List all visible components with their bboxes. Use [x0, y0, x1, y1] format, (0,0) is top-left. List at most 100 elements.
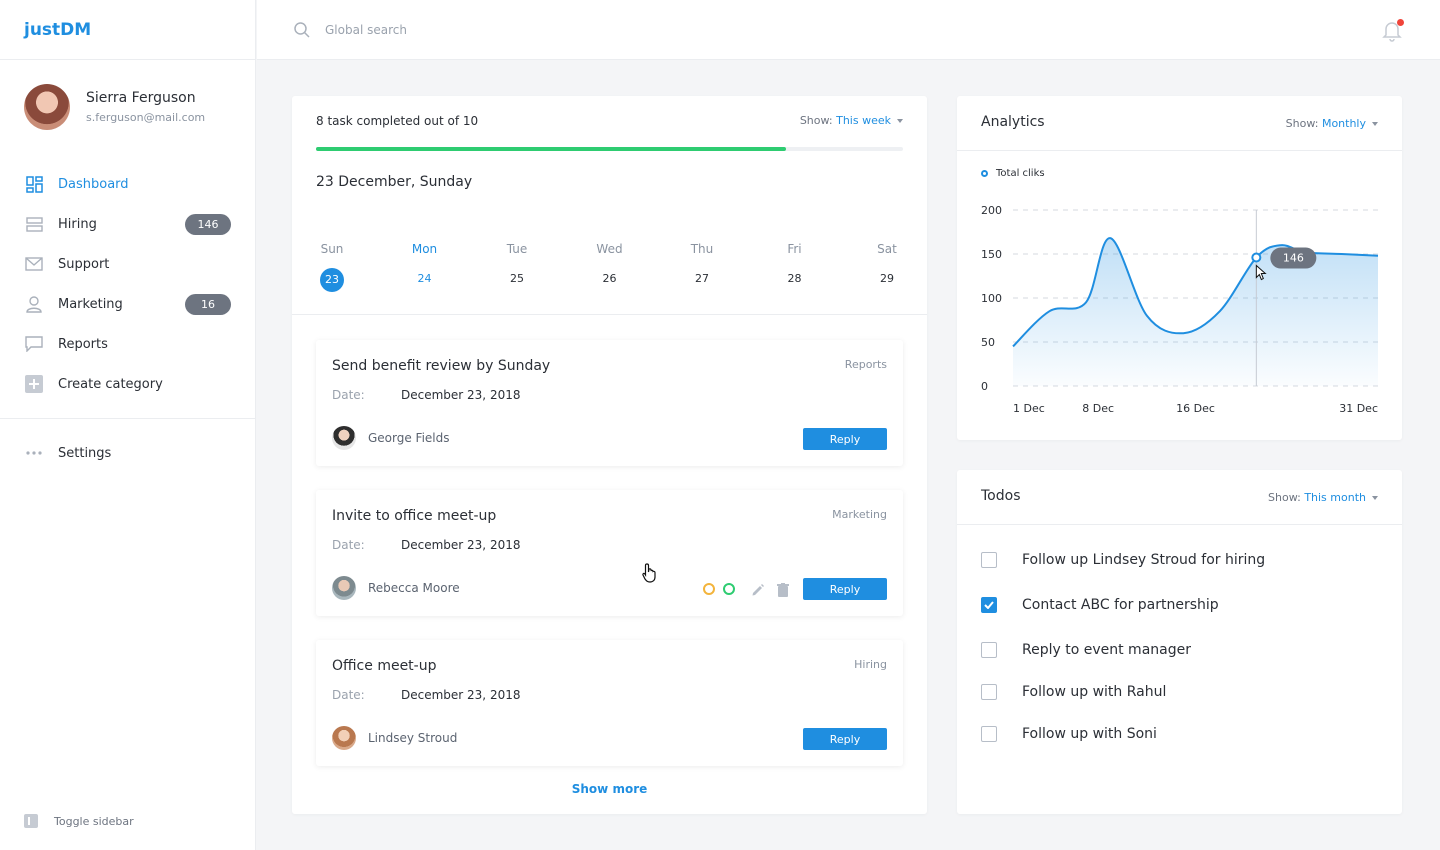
grid-icon — [24, 174, 44, 194]
analytics-period-dropdown[interactable]: Show: Monthly — [1286, 117, 1378, 130]
day-fri[interactable]: Fri 28 — [779, 242, 811, 292]
reply-button[interactable]: Reply — [803, 728, 887, 750]
task-assignee: Lindsey Stroud — [332, 726, 457, 750]
task-date-label: Date: — [332, 538, 365, 552]
selected-date-title: 23 December, Sunday — [316, 174, 473, 190]
day-sun[interactable]: Sun 23 — [316, 242, 348, 292]
user-name: Sierra Ferguson — [86, 90, 196, 106]
y-tick-label: 150 — [981, 248, 1002, 261]
reply-button[interactable]: Reply — [803, 578, 887, 600]
show-label: Show: — [799, 114, 833, 127]
sidebar-nav: Dashboard Hiring 146 Support Marketing 1… — [0, 164, 255, 404]
todo-checkbox[interactable] — [981, 726, 997, 742]
user-email: s.ferguson@mail.com — [86, 111, 206, 124]
task-item[interactable]: Send benefit review by Sunday Reports Da… — [316, 340, 903, 466]
x-tick-label: 16 Dec — [1176, 402, 1215, 415]
progress-fill — [316, 147, 786, 151]
day-tue[interactable]: Tue 25 — [501, 242, 533, 292]
user-profile[interactable]: Sierra Ferguson s.ferguson@mail.com — [0, 60, 255, 130]
y-tick-label: 100 — [981, 292, 1002, 305]
sidebar-item-support[interactable]: Support — [0, 244, 255, 284]
todo-item[interactable]: Follow up with Rahul — [981, 684, 1166, 700]
show-value: Monthly — [1321, 117, 1366, 130]
analytics-chart: 0 50 100 150 200 1 Dec 8 Dec 16 Dec 31 Dec 146 — [981, 204, 1379, 415]
sidebar-item-hiring[interactable]: Hiring 146 — [0, 204, 255, 244]
sidebar-item-label: Reports — [58, 336, 108, 352]
assignee-name: Lindsey Stroud — [368, 731, 458, 745]
area-fill — [1013, 238, 1378, 386]
todo-item[interactable]: Contact ABC for partnership — [981, 597, 1219, 613]
divider — [292, 314, 927, 315]
trash-icon[interactable] — [777, 582, 791, 597]
divider — [957, 524, 1402, 525]
x-tick-label: 1 Dec — [1013, 402, 1045, 415]
avatar — [332, 426, 356, 450]
sidebar-item-label: Dashboard — [58, 176, 129, 192]
day-sat[interactable]: Sat 29 — [871, 242, 903, 292]
app-logo[interactable]: justDM — [0, 0, 255, 60]
data-point — [1251, 252, 1262, 263]
user-icon — [24, 294, 44, 314]
plus-box-icon — [24, 374, 44, 394]
day-mon[interactable]: Mon 24 — [409, 242, 441, 292]
day-wed[interactable]: Wed 26 — [594, 242, 626, 292]
top-bar — [257, 0, 1440, 60]
todo-text: Contact ABC for partnership — [1022, 597, 1219, 613]
day-number: 23 — [320, 268, 344, 292]
sidebar-item-settings[interactable]: Settings — [0, 433, 255, 473]
sidebar-item-marketing[interactable]: Marketing 16 — [0, 284, 255, 324]
todo-checkbox[interactable] — [981, 684, 997, 700]
day-name: Tue — [506, 242, 528, 256]
todos-title: Todos — [981, 488, 1021, 504]
status-yellow-icon[interactable] — [703, 583, 715, 595]
notification-bell-icon[interactable] — [1382, 19, 1404, 42]
task-category: Marketing — [832, 508, 887, 521]
todo-text: Follow up with Rahul — [1022, 684, 1167, 700]
todo-checkbox[interactable] — [981, 597, 997, 613]
mail-icon — [24, 254, 44, 274]
todo-text: Follow up with Soni — [1022, 726, 1157, 742]
divider — [957, 150, 1402, 151]
task-category: Reports — [844, 358, 887, 371]
status-green-icon[interactable] — [723, 583, 735, 595]
assignee-name: Rebecca Moore — [368, 581, 460, 595]
tooltip-value: 146 — [1283, 252, 1304, 265]
sidebar-item-dashboard[interactable]: Dashboard — [0, 164, 255, 204]
day-name: Mon — [411, 242, 438, 256]
task-item[interactable]: Invite to office meet-up Marketing Date:… — [316, 490, 903, 616]
sidebar-item-create-category[interactable]: Create category — [0, 364, 255, 404]
sidebar: justDM Sierra Ferguson s.ferguson@mail.c… — [0, 0, 256, 850]
todo-item[interactable]: Follow up Lindsey Stroud for hiring — [981, 552, 1265, 568]
legend-label: Total cliks — [996, 168, 1045, 179]
edit-pencil-icon[interactable] — [751, 582, 765, 596]
reply-button[interactable]: Reply — [803, 428, 887, 450]
todo-item[interactable]: Reply to event manager — [981, 642, 1191, 658]
show-value: This month — [1304, 491, 1366, 504]
assignee-name: George Fields — [368, 431, 450, 445]
marketing-count-badge: 16 — [185, 293, 231, 315]
day-name: Sun — [320, 242, 344, 256]
avatar — [332, 576, 356, 600]
global-search-input[interactable] — [325, 22, 725, 37]
x-tick-label: 31 Dec — [1339, 402, 1378, 415]
legend-marker — [981, 170, 988, 177]
todo-checkbox[interactable] — [981, 642, 997, 658]
task-item[interactable]: Office meet-up Hiring Date: December 23,… — [316, 640, 903, 766]
todo-checkbox[interactable] — [981, 552, 997, 568]
task-actions — [703, 582, 791, 597]
show-more-link[interactable]: Show more — [292, 782, 927, 796]
toggle-sidebar-button[interactable]: Toggle sidebar — [24, 814, 134, 828]
analytics-card: Analytics Show: Monthly Total cliks 0 50 1… — [957, 96, 1402, 440]
task-assignee: Rebecca Moore — [332, 576, 460, 600]
sidebar-item-reports[interactable]: Reports — [0, 324, 255, 364]
tasks-progress-bar — [316, 147, 903, 151]
todos-period-dropdown[interactable]: Show: This month — [1268, 491, 1378, 504]
day-number: 29 — [880, 272, 894, 285]
show-label: Show: — [1268, 491, 1301, 504]
day-number: 25 — [510, 272, 524, 285]
tasks-period-dropdown[interactable]: Show: This week — [800, 114, 903, 127]
sidebar-item-label: Support — [58, 256, 110, 272]
layers-icon — [24, 214, 44, 234]
todo-item[interactable]: Follow up with Soni — [981, 726, 1157, 742]
day-thu[interactable]: Thu 27 — [686, 242, 718, 292]
